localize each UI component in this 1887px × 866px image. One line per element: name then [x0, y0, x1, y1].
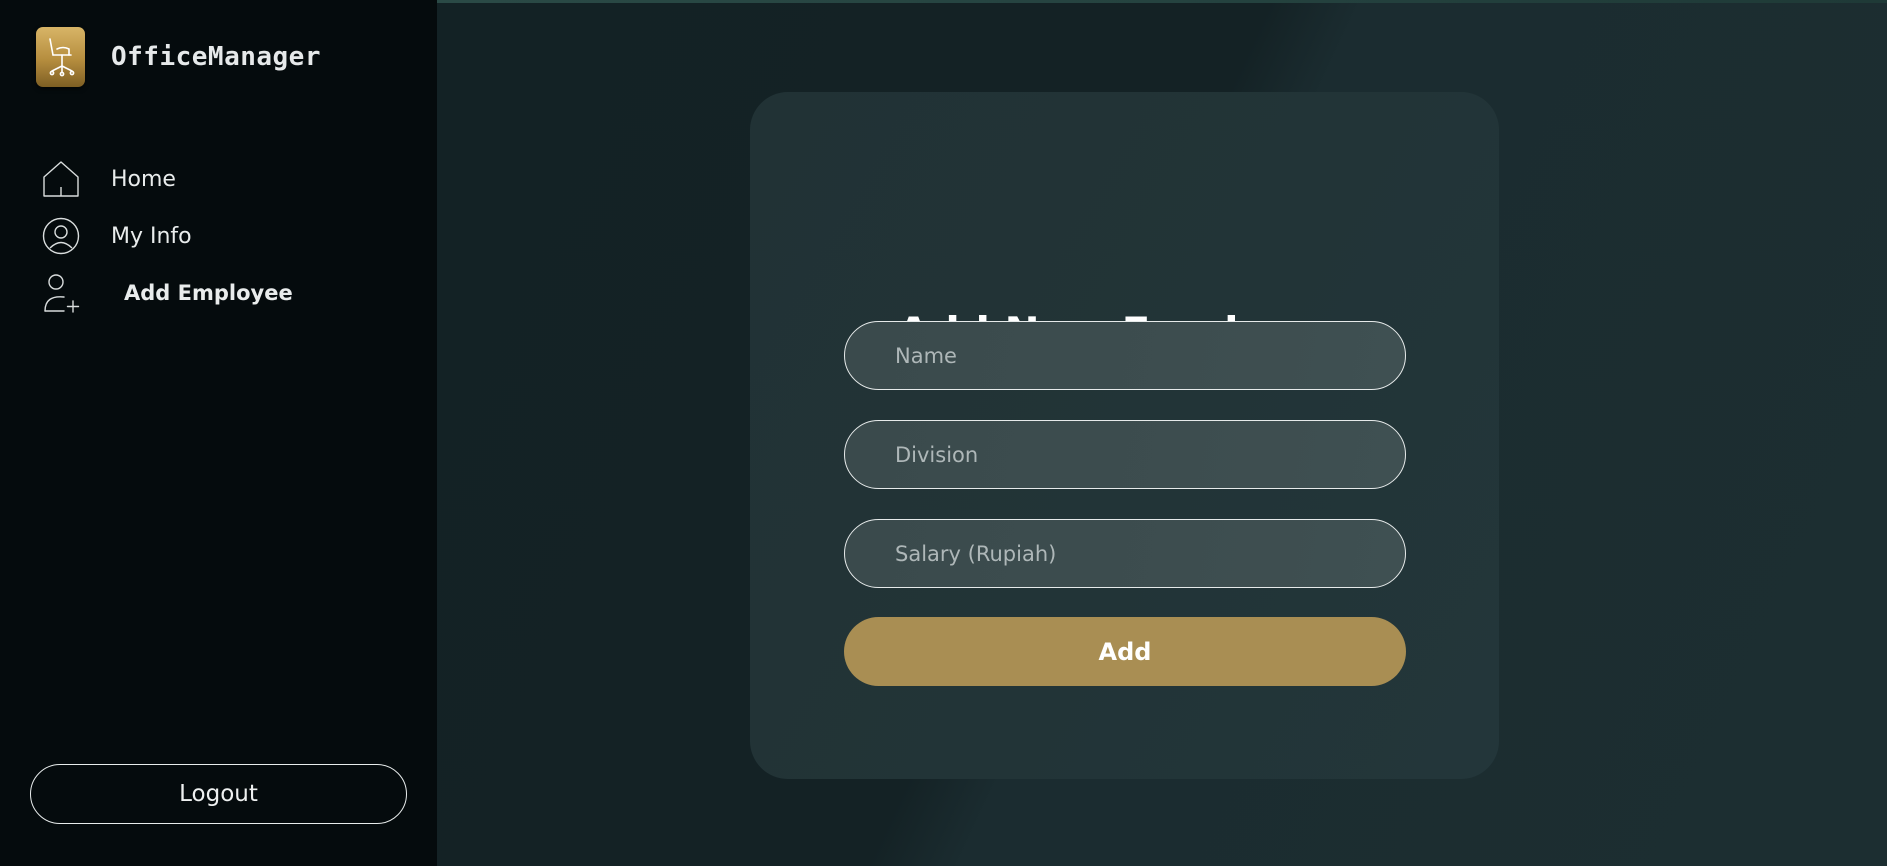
logout-button[interactable]: Logout — [30, 764, 407, 824]
add-employee-card: Add New Employee Add — [750, 92, 1499, 779]
sidebar-item-label: Home — [111, 166, 176, 192]
division-input[interactable] — [844, 420, 1406, 489]
name-input[interactable] — [844, 321, 1406, 390]
main-content: Add New Employee Add — [437, 0, 1887, 866]
app-name: OfficeManager — [111, 42, 321, 72]
sidebar-item-home[interactable]: Home — [42, 160, 176, 198]
user-circle-icon — [42, 217, 80, 255]
sidebar-item-label: Add Employee — [124, 281, 293, 305]
home-icon — [42, 160, 80, 198]
sidebar: OfficeManager Home My Info Add Employee … — [0, 0, 437, 866]
add-button[interactable]: Add — [844, 617, 1406, 686]
office-chair-icon — [36, 27, 85, 87]
sidebar-item-my-info[interactable]: My Info — [42, 217, 192, 255]
brand: OfficeManager — [36, 27, 321, 87]
salary-input[interactable] — [844, 519, 1406, 588]
sidebar-item-add-employee[interactable]: Add Employee — [42, 273, 293, 313]
sidebar-item-label: My Info — [111, 223, 192, 249]
user-plus-icon — [42, 273, 84, 313]
